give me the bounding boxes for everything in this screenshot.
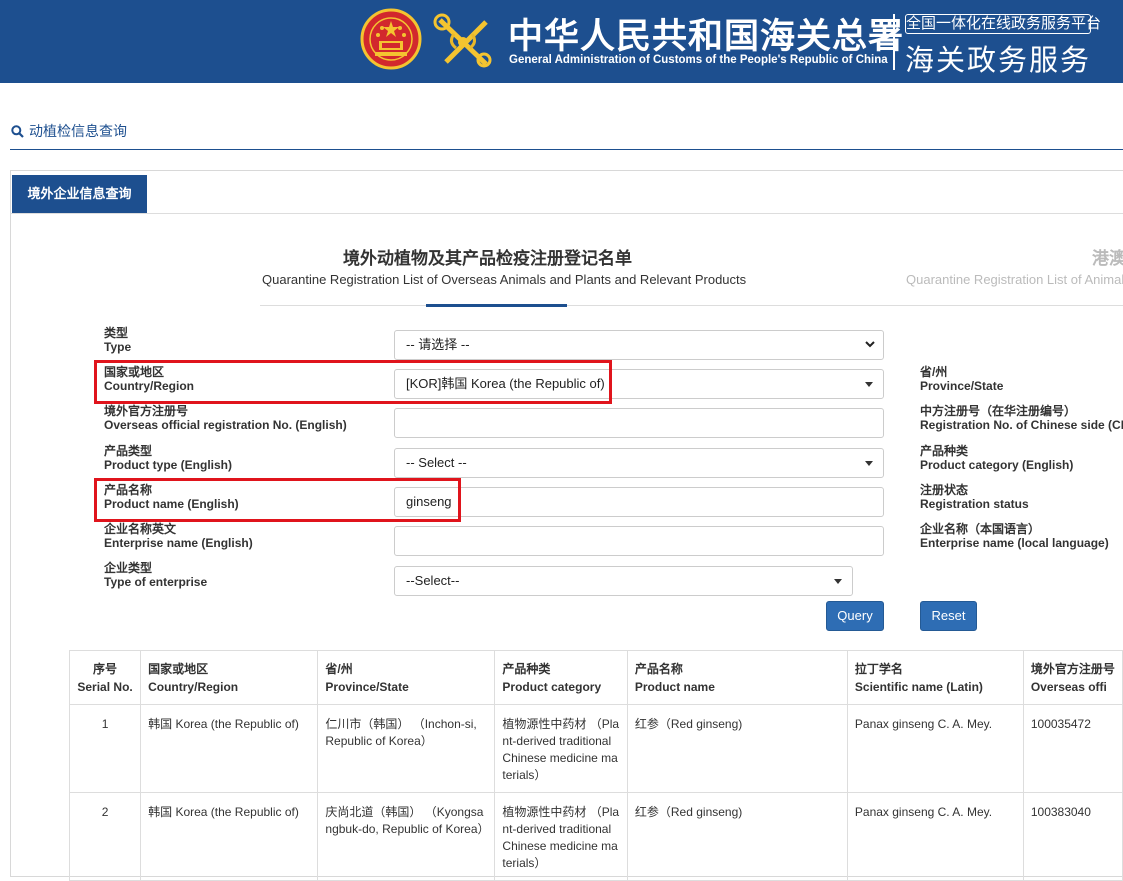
overseas-reg-label: 境外官方注册号 Overseas official registration No… bbox=[104, 404, 347, 432]
caret-down-icon bbox=[834, 579, 842, 584]
list-title-cn-2[interactable]: 港澳 bbox=[1092, 244, 1123, 269]
enterprise-name-en-input[interactable] bbox=[394, 526, 884, 556]
product-type-select[interactable]: -- Select -- bbox=[394, 448, 884, 478]
active-title-indicator bbox=[426, 304, 567, 307]
tab-divider bbox=[11, 213, 1123, 214]
site-title-en: General Administration of Customs of the… bbox=[509, 54, 888, 66]
list-title-cn[interactable]: 境外动植物及其产品检疫注册登记名单 bbox=[343, 244, 632, 269]
highlight-product-name bbox=[94, 478, 461, 522]
cell-province: 仁川市（韩国） （Inchon-si, Republic of Korea） bbox=[317, 704, 496, 793]
cell-category: 植物源性中药材 （Plant-derived traditional Chine… bbox=[494, 792, 628, 881]
enterprise-type-select[interactable]: --Select-- bbox=[394, 566, 853, 596]
header-reg-no: 境外官方注册号 Overseas offi bbox=[1022, 650, 1123, 705]
caret-down-icon bbox=[865, 382, 873, 387]
header-serial: 序号 Serial No. bbox=[68, 650, 142, 705]
breadcrumb-label: 动植检信息查询 bbox=[29, 123, 127, 139]
cell-reg-no: 100383040 bbox=[1022, 792, 1123, 881]
product-type-label: 产品类型 Product type (English) bbox=[104, 444, 233, 472]
results-table: 序号 Serial No. 国家或地区 Country/Region 省/州 Prov… bbox=[68, 650, 1123, 881]
tab-overseas-enterprise[interactable]: 境外企业信息查询 bbox=[12, 175, 147, 213]
cell-serial: 1 bbox=[68, 704, 142, 793]
platform-label: 全国一体化在线政务服务平台 bbox=[905, 14, 1102, 34]
customs-emblem-icon bbox=[433, 13, 492, 68]
header-country: 国家或地区 Country/Region bbox=[140, 650, 319, 705]
cell-reg-no: 100035472 bbox=[1022, 704, 1123, 793]
search-icon bbox=[11, 125, 24, 138]
registration-status-label: 注册状态 Registration status bbox=[920, 483, 1029, 511]
title-divider bbox=[260, 305, 1123, 306]
site-title-cn: 中华人民共和国海关总署 bbox=[508, 16, 905, 57]
table-header-row: 序号 Serial No. 国家或地区 Country/Region 省/州 Prov… bbox=[68, 650, 1123, 705]
header-latin: 拉丁学名 Scientific name (Latin) bbox=[846, 650, 1024, 705]
chinese-reg-label: 中方注册号（在华注册编号） Registration No. of Chinese… bbox=[920, 404, 1123, 432]
cell-latin: Panax ginseng C. A. Mey. bbox=[846, 792, 1024, 881]
caret-down-icon bbox=[865, 461, 873, 466]
cell-latin: Panax ginseng C. A. Mey. bbox=[846, 704, 1024, 793]
header-category: 产品种类 Product category bbox=[494, 650, 628, 705]
breadcrumb-divider bbox=[10, 149, 1123, 150]
service-label: 海关政务服务 bbox=[905, 45, 1092, 77]
table-row: 2 韩国 Korea (the Republic of) 庆尚北道（韩国） （K… bbox=[68, 792, 1123, 881]
header-product: 产品名称 Product name bbox=[626, 650, 848, 705]
type-select[interactable]: -- 请选择 -- bbox=[394, 330, 884, 360]
product-name-input[interactable]: ginseng bbox=[394, 487, 884, 517]
enterprise-type-label: 企业类型 Type of enterprise bbox=[104, 561, 208, 589]
enterprise-name-en-label: 企业名称英文 Enterprise name (English) bbox=[104, 522, 253, 550]
cell-category: 植物源性中药材 （Plant-derived traditional Chine… bbox=[494, 704, 628, 793]
list-title-en[interactable]: Quarantine Registration List of Overseas… bbox=[262, 272, 746, 287]
chevron-down-icon bbox=[865, 341, 875, 348]
product-category-label: 产品种类 Product category (English) bbox=[920, 444, 1074, 472]
enterprise-name-local-label: 企业名称（本国语言） Enterprise name (local languag… bbox=[920, 522, 1109, 550]
reset-button[interactable]: Reset bbox=[920, 601, 977, 631]
cell-province: 庆尚北道（韩国） （Kyongsangbuk-do, Republic of K… bbox=[317, 792, 496, 881]
header-province: 省/州 Province/State bbox=[317, 650, 496, 705]
overseas-reg-input[interactable] bbox=[394, 408, 884, 438]
breadcrumb: 动植检信息查询 bbox=[11, 121, 127, 141]
national-emblem-icon bbox=[360, 8, 422, 70]
cell-product: 红参（Red ginseng) bbox=[626, 704, 848, 793]
site-header: 中华人民共和国海关总署 General Administration of Cu… bbox=[0, 0, 1123, 83]
list-title-en-2[interactable]: Quarantine Registration List of Animals bbox=[906, 272, 1123, 287]
cell-serial: 2 bbox=[68, 792, 142, 881]
cell-country: 韩国 Korea (the Republic of) bbox=[140, 792, 319, 881]
table-row: 1 韩国 Korea (the Republic of) 仁川市（韩国） （In… bbox=[68, 704, 1123, 793]
highlight-country bbox=[94, 360, 612, 404]
query-button[interactable]: Query bbox=[826, 601, 884, 631]
province-label: 省/州 Province/State bbox=[920, 365, 1004, 393]
type-label: 类型 Type bbox=[104, 326, 132, 354]
header-divider bbox=[893, 14, 895, 70]
cell-product: 红参（Red ginseng) bbox=[626, 792, 848, 881]
cell-country: 韩国 Korea (the Republic of) bbox=[140, 704, 319, 793]
